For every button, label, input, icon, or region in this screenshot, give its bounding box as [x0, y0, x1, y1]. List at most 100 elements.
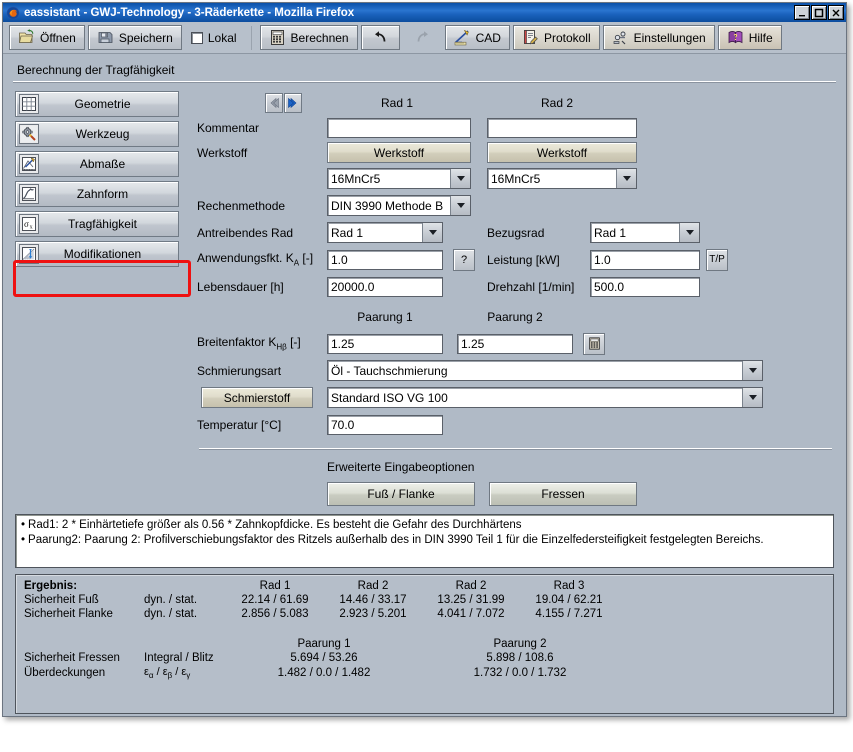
breitenfaktor-p2-input[interactable]: 1.25 — [457, 333, 573, 354]
table-row: Überdeckungen εα / εβ / εγ 1.482 / 0.0 /… — [24, 665, 618, 681]
sidebar-item-tragfaehigkeit[interactable]: σ x Tragfähigkeit — [15, 211, 179, 237]
temperatur-label: Temperatur [°C] — [197, 417, 282, 432]
result-row-label: Sicherheit Fressen — [24, 652, 120, 664]
result-row-sub-epsilon: εα / εβ / εγ — [144, 666, 191, 681]
chevron-down-icon[interactable] — [742, 361, 762, 380]
result-col-header: Rad 3 — [553, 580, 585, 592]
lokal-checkbox-wrapper[interactable]: Lokal — [185, 31, 243, 45]
form-panel: Rad 1 Rad 2 Kommentar Werkstoff Werkstof… — [187, 91, 838, 508]
result-value: 2.923 / 5.201 — [339, 608, 407, 620]
sidebar-item-modifikationen[interactable]: Modifikationen — [15, 241, 179, 267]
sidebar-item-zahnform[interactable]: Zahnform — [15, 181, 179, 207]
sidebar-item-abmasse[interactable]: Abmaße — [15, 151, 179, 177]
result-pair-header: Paarung 2 — [493, 638, 547, 650]
schmierungsart-combo[interactable]: Öl - Tauchschmierung — [327, 360, 763, 381]
schmierstoff-value: Standard ISO VG 100 — [331, 391, 448, 405]
chevron-down-icon[interactable] — [422, 223, 442, 242]
measure-icon — [19, 154, 39, 174]
breitenfaktor-calc-button[interactable] — [583, 332, 605, 355]
body-row: Geometrie Werkzeug Abmaße Zahnform σ x T… — [11, 91, 838, 508]
paarung2-header: Paarung 2 — [487, 310, 543, 324]
protokoll-label: Protokoll — [543, 30, 591, 45]
sidebar-item-werkzeug[interactable]: Werkzeug — [15, 121, 179, 147]
page-title: Berechnung der Tragfähigkeit — [17, 63, 175, 77]
column-header-rad2: Rad 2 — [540, 96, 574, 110]
bezugsrad-combo[interactable]: Rad 1 — [590, 222, 700, 243]
anwendungsfkt-unit: [-] — [299, 251, 314, 266]
maximize-button[interactable] — [811, 5, 827, 20]
fuss-flanke-button[interactable]: Fuß / Flanke — [327, 482, 475, 506]
anwendungsfkt-help-button[interactable]: ? — [453, 248, 475, 271]
tp-toggle-button[interactable]: T/P — [706, 248, 728, 271]
sidebar-item-label: Zahnform — [76, 187, 129, 201]
antreibendes-rad-label: Antreibendes Rad — [197, 225, 294, 240]
table-row: Sicherheit Flanke dyn. / stat. 2.856 / 5… — [24, 607, 618, 621]
breitenfaktor-p1-input[interactable]: 1.25 — [327, 333, 443, 354]
open-button[interactable]: Öffnen — [9, 25, 85, 50]
anwendungsfkt-label: Anwendungsfkt. KA [-] — [197, 251, 327, 267]
close-button[interactable] — [828, 5, 844, 20]
werkstoff-rad1-combo[interactable]: 16MnCr5 — [327, 168, 471, 189]
result-row-sub: dyn. / stat. — [144, 608, 198, 620]
save-button[interactable]: Speichern — [87, 25, 182, 50]
leistung-input[interactable]: 1.0 — [590, 249, 700, 270]
prev-arrow-button[interactable] — [265, 93, 283, 113]
werkstoff-rad2-combo[interactable]: 16MnCr5 — [487, 168, 637, 189]
cad-button[interactable]: CAD — [444, 25, 510, 50]
berechnen-label: Berechnen — [290, 30, 349, 45]
kommentar-rad2-input[interactable] — [487, 117, 637, 138]
schmierstoff-combo[interactable]: Standard ISO VG 100 — [327, 387, 763, 408]
result-value: 4.041 / 7.072 — [437, 608, 505, 620]
undo-arrow-icon — [372, 29, 389, 46]
result-row-sub: Integral / Blitz — [144, 652, 214, 664]
bullet-icon: • — [21, 534, 26, 546]
redo-arrow-icon — [414, 29, 431, 46]
table-row: Sicherheit Fressen Integral / Blitz 5.69… — [24, 651, 618, 665]
sidebar-item-geometrie[interactable]: Geometrie — [15, 91, 179, 117]
drehzahl-input[interactable]: 500.0 — [590, 276, 700, 297]
chevron-down-icon[interactable] — [679, 223, 699, 242]
toolbar: Öffnen Speichern Lokal Berechnen CAD Pro… — [3, 22, 846, 54]
result-pair-header: Paarung 1 — [297, 638, 351, 650]
kommentar-rad1-input[interactable] — [327, 117, 471, 138]
anwendungsfkt-input[interactable]: 1.0 — [327, 249, 443, 270]
breitenfaktor-sub: Hβ — [276, 342, 287, 352]
fressen-button[interactable]: Fressen — [489, 482, 637, 506]
einstellungen-label: Einstellungen — [633, 30, 706, 45]
wheel-nav-arrows[interactable] — [265, 93, 302, 113]
einstellungen-button[interactable]: Einstellungen — [602, 25, 715, 50]
sidebar: Geometrie Werkzeug Abmaße Zahnform σ x T… — [11, 91, 187, 508]
application-window: eassistant - GWJ-Technology - 3-Räderket… — [2, 2, 847, 717]
lebensdauer-input[interactable]: 20000.0 — [327, 276, 443, 297]
antreibendes-rad-combo[interactable]: Rad 1 — [327, 222, 443, 243]
result-value: 22.14 / 61.69 — [241, 594, 309, 606]
anwendungsfkt-label-text: Anwendungsfkt. K — [197, 251, 294, 266]
client-area: Berechnung der Tragfähigkeit Geometrie W… — [3, 55, 846, 716]
werkstoff-rad2-button[interactable]: Werkstoff — [487, 142, 637, 163]
floppy-disk-icon — [97, 29, 114, 46]
table-row: Ergebnis: Rad 1 Rad 2 Rad 2 Rad 3 — [24, 579, 618, 593]
result-col-header: Rad 1 — [259, 580, 291, 592]
title-bar: eassistant - GWJ-Technology - 3-Räderket… — [3, 3, 846, 22]
schmierstoff-button[interactable]: Schmierstoff — [201, 387, 313, 408]
message-text: Rad1: 2 * Einhärtetiefe größer als 0.56 … — [28, 519, 522, 531]
result-value: 14.46 / 33.17 — [339, 594, 407, 606]
bullet-icon: • — [21, 519, 26, 531]
minimize-button[interactable] — [794, 5, 810, 20]
next-arrow-button[interactable] — [284, 93, 302, 113]
lokal-checkbox[interactable] — [190, 31, 203, 44]
message-box: • Rad1: 2 * Einhärtetiefe größer als 0.56… — [15, 514, 834, 568]
undo-button[interactable] — [360, 25, 400, 50]
chevron-down-icon[interactable] — [742, 388, 762, 407]
hilfe-button[interactable]: Hilfe — [717, 25, 782, 50]
protokoll-button[interactable]: Protokoll — [512, 25, 600, 50]
temperatur-input[interactable]: 70.0 — [327, 414, 443, 435]
chevron-down-icon[interactable] — [450, 196, 470, 215]
chevron-down-icon[interactable] — [450, 169, 470, 188]
result-value: 2.856 / 5.083 — [241, 608, 309, 620]
rechenmethode-combo[interactable]: DIN 3990 Methode B — [327, 195, 471, 216]
result-value: 13.25 / 31.99 — [437, 594, 505, 606]
werkstoff-rad1-button[interactable]: Werkstoff — [327, 142, 471, 163]
berechnen-button[interactable]: Berechnen — [259, 25, 358, 50]
chevron-down-icon[interactable] — [616, 169, 636, 188]
